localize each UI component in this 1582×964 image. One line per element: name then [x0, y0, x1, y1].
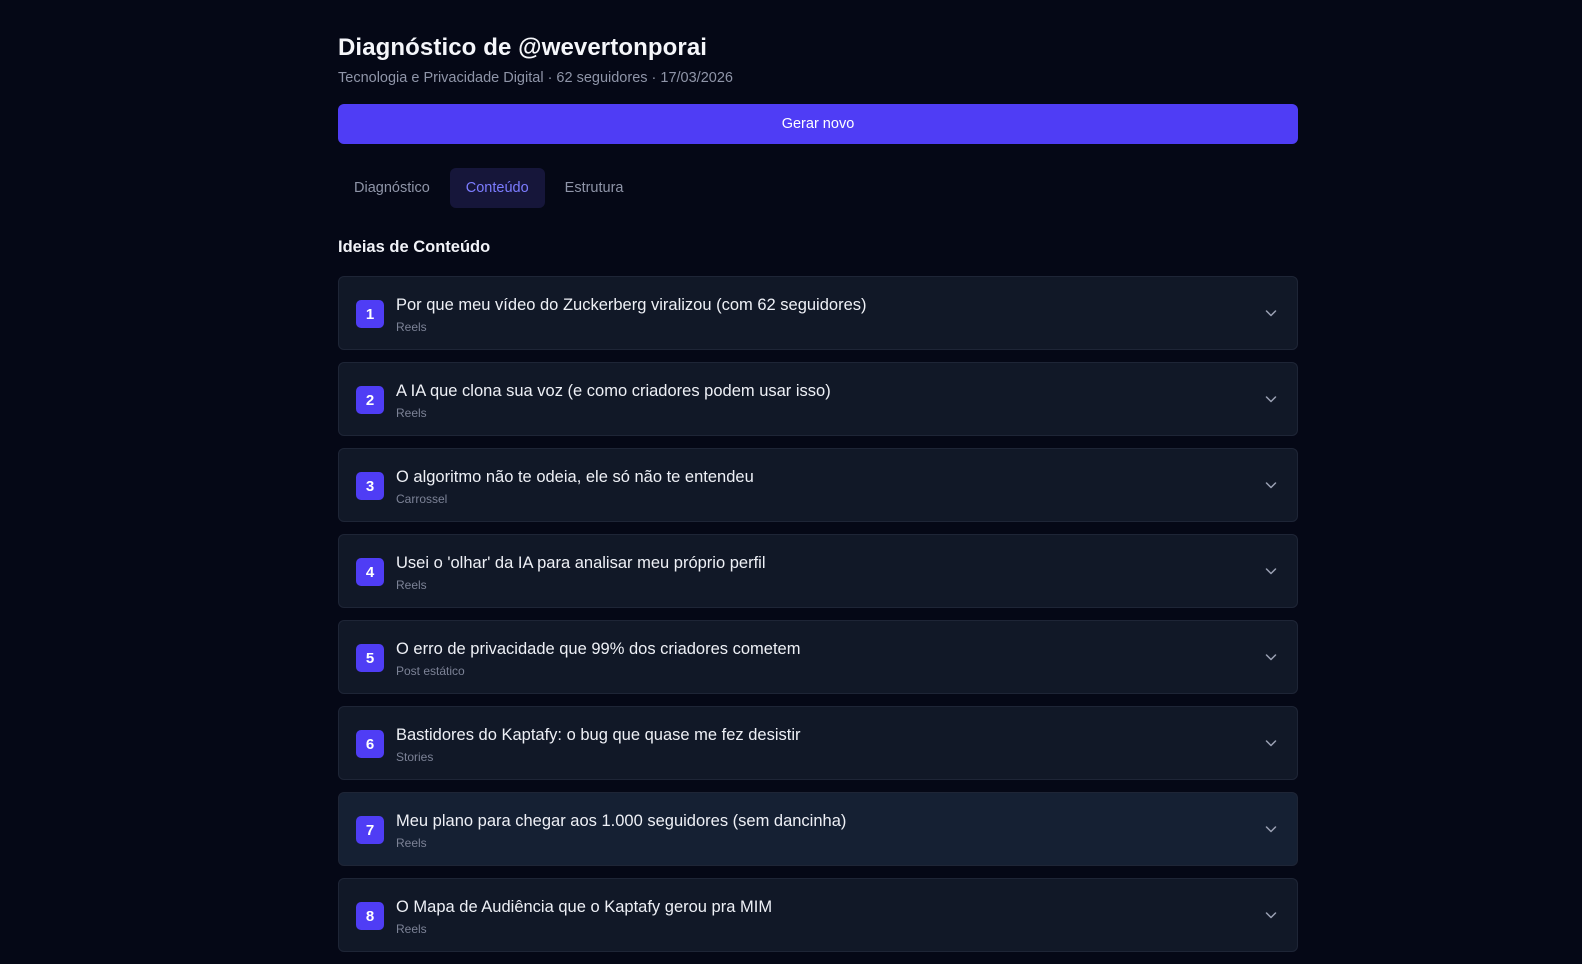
idea-title: Por que meu vídeo do Zuckerberg viralizo… — [396, 296, 867, 314]
generate-new-button[interactable]: Gerar novo — [338, 104, 1298, 144]
chevron-down-icon[interactable] — [1263, 821, 1279, 837]
chevron-down-icon[interactable] — [1263, 391, 1279, 407]
idea-number-badge: 4 — [356, 558, 384, 586]
idea-item[interactable]: 8 O Mapa de Audiência que o Kaptafy gero… — [338, 878, 1298, 952]
idea-number-badge: 6 — [356, 730, 384, 758]
idea-title: O erro de privacidade que 99% dos criado… — [396, 640, 801, 658]
idea-item[interactable]: 1 Por que meu vídeo do Zuckerberg virali… — [338, 276, 1298, 350]
section-title: Ideias de Conteúdo — [338, 238, 491, 256]
idea-title: Usei o 'olhar' da IA para analisar meu p… — [396, 554, 766, 572]
tab-conteudo[interactable]: Conteúdo — [449, 168, 545, 208]
idea-item[interactable]: 2 A IA que clona sua voz (e como criador… — [338, 362, 1298, 436]
idea-item[interactable]: 3 O algoritmo não te odeia, ele só não t… — [338, 448, 1298, 522]
idea-number-badge: 5 — [356, 644, 384, 672]
idea-format: Reels — [396, 406, 427, 420]
idea-title: Meu plano para chegar aos 1.000 seguidor… — [396, 812, 847, 830]
idea-number-badge: 7 — [356, 816, 384, 844]
tab-estrutura[interactable]: Estrutura — [549, 168, 640, 208]
chevron-down-icon[interactable] — [1263, 649, 1279, 665]
idea-format: Reels — [396, 320, 427, 334]
idea-format: Reels — [396, 578, 427, 592]
content-ideas-list: 1 Por que meu vídeo do Zuckerberg virali… — [338, 276, 1298, 964]
page-title: Diagnóstico de @wevertonporai — [338, 34, 708, 61]
chevron-down-icon[interactable] — [1263, 305, 1279, 321]
idea-title: Bastidores do Kaptafy: o bug que quase m… — [396, 726, 801, 744]
idea-number-badge: 8 — [356, 902, 384, 930]
idea-item[interactable]: 7 Meu plano para chegar aos 1.000 seguid… — [338, 792, 1298, 866]
chevron-down-icon[interactable] — [1263, 907, 1279, 923]
idea-format: Reels — [396, 836, 427, 850]
chevron-down-icon[interactable] — [1263, 477, 1279, 493]
idea-format: Reels — [396, 922, 427, 936]
idea-title: O algoritmo não te odeia, ele só não te … — [396, 468, 754, 486]
idea-item[interactable]: 4 Usei o 'olhar' da IA para analisar meu… — [338, 534, 1298, 608]
idea-number-badge: 2 — [356, 386, 384, 414]
chevron-down-icon[interactable] — [1263, 735, 1279, 751]
idea-format: Post estático — [396, 664, 465, 678]
page-subtitle: Tecnologia e Privacidade Digital · 62 se… — [338, 70, 733, 86]
idea-item[interactable]: 5 O erro de privacidade que 99% dos cria… — [338, 620, 1298, 694]
idea-number-badge: 1 — [356, 300, 384, 328]
idea-format: Stories — [396, 750, 434, 764]
chevron-down-icon[interactable] — [1263, 563, 1279, 579]
tab-diagnostico[interactable]: Diagnóstico — [338, 168, 446, 208]
idea-title: A IA que clona sua voz (e como criadores… — [396, 382, 831, 400]
tab-bar: Diagnóstico Conteúdo Estrutura — [338, 168, 640, 208]
idea-format: Carrossel — [396, 492, 448, 506]
idea-title: O Mapa de Audiência que o Kaptafy gerou … — [396, 898, 773, 916]
idea-number-badge: 3 — [356, 472, 384, 500]
idea-item[interactable]: 6 Bastidores do Kaptafy: o bug que quase… — [338, 706, 1298, 780]
